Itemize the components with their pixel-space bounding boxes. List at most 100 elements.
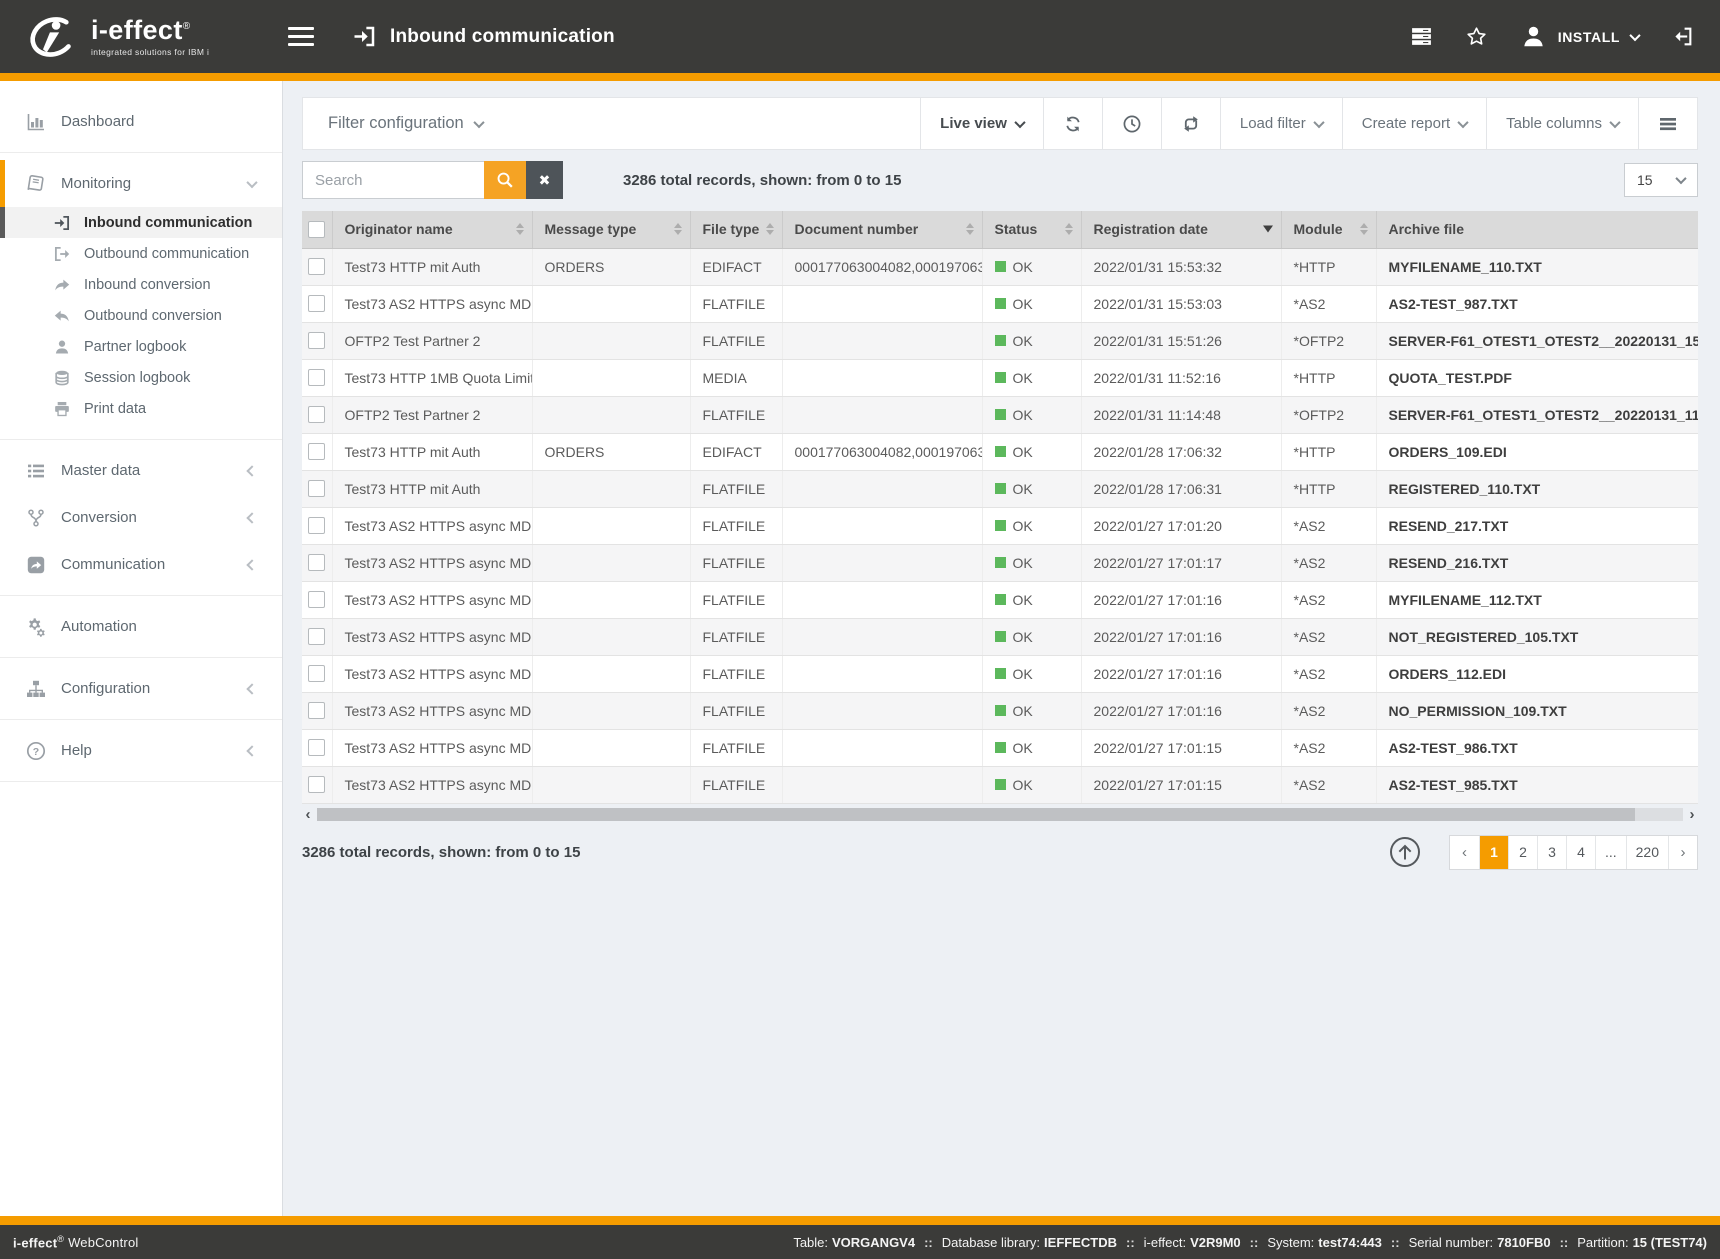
row-checkbox[interactable] [308, 739, 325, 756]
status-ok-indicator [995, 742, 1006, 753]
chevron-left-icon [246, 465, 257, 476]
table-row[interactable]: OFTP2 Test Partner 2FLATFILEOK2022/01/31… [302, 322, 1698, 359]
next-page-button[interactable]: › [1668, 836, 1697, 869]
sidebar-item-print-data[interactable]: Print data [0, 393, 282, 424]
row-checkbox[interactable] [308, 591, 325, 608]
cell-archive-file: AS2-TEST_987.TXT [1376, 285, 1698, 322]
row-checkbox[interactable] [308, 332, 325, 349]
table-columns-button[interactable]: Table columns [1486, 98, 1638, 149]
table-row[interactable]: Test73 HTTP mit AuthORDERSEDIFACT0001770… [302, 433, 1698, 470]
row-checkbox[interactable] [308, 258, 325, 275]
refresh-button[interactable] [1043, 98, 1102, 149]
table-row[interactable]: Test73 HTTP mit AuthORDERSEDIFACT0001770… [302, 248, 1698, 285]
sidebar-item-partner-logbook[interactable]: Partner logbook [0, 331, 282, 362]
scrollbar-track[interactable] [317, 808, 1683, 821]
filter-configuration-dropdown[interactable]: Filter configuration [303, 98, 508, 149]
row-checkbox[interactable] [308, 628, 325, 645]
column-header-module[interactable]: Module [1281, 211, 1376, 248]
table-row[interactable]: Test73 AS2 HTTPS async MDNFLATFILEOK2022… [302, 507, 1698, 544]
column-header-status[interactable]: Status [982, 211, 1081, 248]
column-header-registration-date[interactable]: Registration date [1081, 211, 1281, 248]
menu-toggle-button[interactable] [286, 18, 316, 55]
table-row[interactable]: OFTP2 Test Partner 2FLATFILEOK2022/01/31… [302, 396, 1698, 433]
column-header-originator-name[interactable]: Originator name [332, 211, 532, 248]
row-checkbox[interactable] [308, 443, 325, 460]
page-2-button[interactable]: 2 [1508, 836, 1537, 869]
favorites-star-icon[interactable] [1465, 25, 1488, 48]
view-list-button[interactable] [1638, 98, 1697, 149]
table-row[interactable]: Test73 HTTP mit AuthFLATFILEOK2022/01/28… [302, 470, 1698, 507]
table-row[interactable]: Test73 AS2 HTTPS async MDNFLATFILEOK2022… [302, 729, 1698, 766]
cell-originator: Test73 AS2 HTTPS async MDN [332, 655, 532, 692]
row-checkbox[interactable] [308, 554, 325, 571]
scroll-to-top-button[interactable] [1389, 836, 1421, 868]
column-header-document-number[interactable]: Document number [782, 211, 982, 248]
live-view-button[interactable]: Live view [920, 98, 1043, 149]
select-all-checkbox[interactable] [308, 221, 325, 238]
cell-file-type: FLATFILE [690, 766, 782, 803]
table-row[interactable]: Test73 HTTP 1MB Quota LimitMEDIAOK2022/0… [302, 359, 1698, 396]
status-text: OK [1013, 296, 1033, 312]
database-icon [53, 369, 71, 387]
sidebar-item-communication[interactable]: Communication [0, 541, 282, 588]
sidebar-item-inbound-communication[interactable]: Inbound communication [0, 207, 282, 238]
sidebar-item-help[interactable]: ?Help [0, 727, 282, 774]
sidebar-item-conversion[interactable]: Conversion [0, 494, 282, 541]
i-effect-logo[interactable]: i-effect® integrated solutions for IBM i [26, 11, 260, 63]
table-row[interactable]: Test73 AS2 HTTPS async MDNFLATFILEOK2022… [302, 766, 1698, 803]
logout-icon[interactable] [1671, 25, 1694, 48]
table-row[interactable]: Test73 AS2 HTTPS async MDNFLATFILEOK2022… [302, 618, 1698, 655]
search-button[interactable] [484, 161, 526, 199]
page-220-button[interactable]: 220 [1626, 836, 1668, 869]
cell-originator: Test73 HTTP mit Auth [332, 248, 532, 285]
row-checkbox[interactable] [308, 406, 325, 423]
table-row[interactable]: Test73 AS2 HTTPS async MDNFLATFILEOK2022… [302, 581, 1698, 618]
user-menu[interactable]: INSTALL [1520, 23, 1639, 50]
table-row[interactable]: Test73 AS2 HTTPS async MDNFLATFILEOK2022… [302, 692, 1698, 729]
sidebar-item-label: Print data [84, 401, 146, 417]
prev-page-button[interactable]: ‹ [1450, 836, 1479, 869]
auto-refresh-button[interactable] [1161, 98, 1220, 149]
sidebar-item-session-logbook[interactable]: Session logbook [0, 362, 282, 393]
scroll-left-arrow[interactable]: ‹ [302, 807, 314, 822]
cell-archive-file: ORDERS_109.EDI [1376, 433, 1698, 470]
row-checkbox[interactable] [308, 776, 325, 793]
column-header-file-type[interactable]: File type [690, 211, 782, 248]
row-checkbox[interactable] [308, 295, 325, 312]
scrollbar-thumb[interactable] [317, 808, 1635, 821]
sidebar-item-outbound-conversion[interactable]: Outbound conversion [0, 300, 282, 331]
table-row[interactable]: Test73 AS2 HTTPS async MDNFLATFILEOK2022… [302, 285, 1698, 322]
row-checkbox[interactable] [308, 480, 325, 497]
page-3-button[interactable]: 3 [1537, 836, 1566, 869]
row-checkbox-cell [302, 285, 332, 322]
scroll-right-arrow[interactable]: › [1686, 807, 1698, 822]
create-report-button[interactable]: Create report [1342, 98, 1486, 149]
load-filter-button[interactable]: Load filter [1220, 98, 1342, 149]
sidebar-item-master-data[interactable]: Master data [0, 447, 282, 494]
sidebar-item-monitoring[interactable]: Monitoring [0, 160, 282, 207]
column-header-message-type[interactable]: Message type [532, 211, 690, 248]
sidebar-item-configuration[interactable]: Configuration [0, 665, 282, 712]
page-4-button[interactable]: 4 [1566, 836, 1595, 869]
server-icon[interactable] [1410, 25, 1433, 48]
sidebar-item-inbound-conversion[interactable]: Inbound conversion [0, 269, 282, 300]
table-row[interactable]: Test73 AS2 HTTPS async MDNFLATFILEOK2022… [302, 655, 1698, 692]
schedule-button[interactable] [1102, 98, 1161, 149]
page-1-button[interactable]: 1 [1479, 836, 1508, 869]
cell-document-number [782, 729, 982, 766]
row-checkbox[interactable] [308, 517, 325, 534]
sidebar-item-dashboard[interactable]: Dashboard [0, 98, 282, 145]
cell-registration-date: 2022/01/31 11:52:16 [1081, 359, 1281, 396]
sidebar-item-outbound-communication[interactable]: Outbound communication [0, 238, 282, 269]
sidebar-item-automation[interactable]: Automation [0, 603, 282, 650]
row-checkbox[interactable] [308, 665, 325, 682]
table-row[interactable]: Test73 AS2 HTTPS async MDNFLATFILEOK2022… [302, 544, 1698, 581]
cell-originator: Test73 AS2 HTTPS async MDN [332, 544, 532, 581]
page-ellipsis-button[interactable]: ... [1595, 836, 1626, 869]
search-input[interactable] [302, 161, 484, 199]
page-size-select[interactable]: 15 [1624, 163, 1698, 197]
row-checkbox[interactable] [308, 702, 325, 719]
records-summary: 3286 total records, shown: from 0 to 15 [623, 172, 901, 189]
clear-search-button[interactable]: ✖ [526, 161, 563, 199]
row-checkbox[interactable] [308, 369, 325, 386]
